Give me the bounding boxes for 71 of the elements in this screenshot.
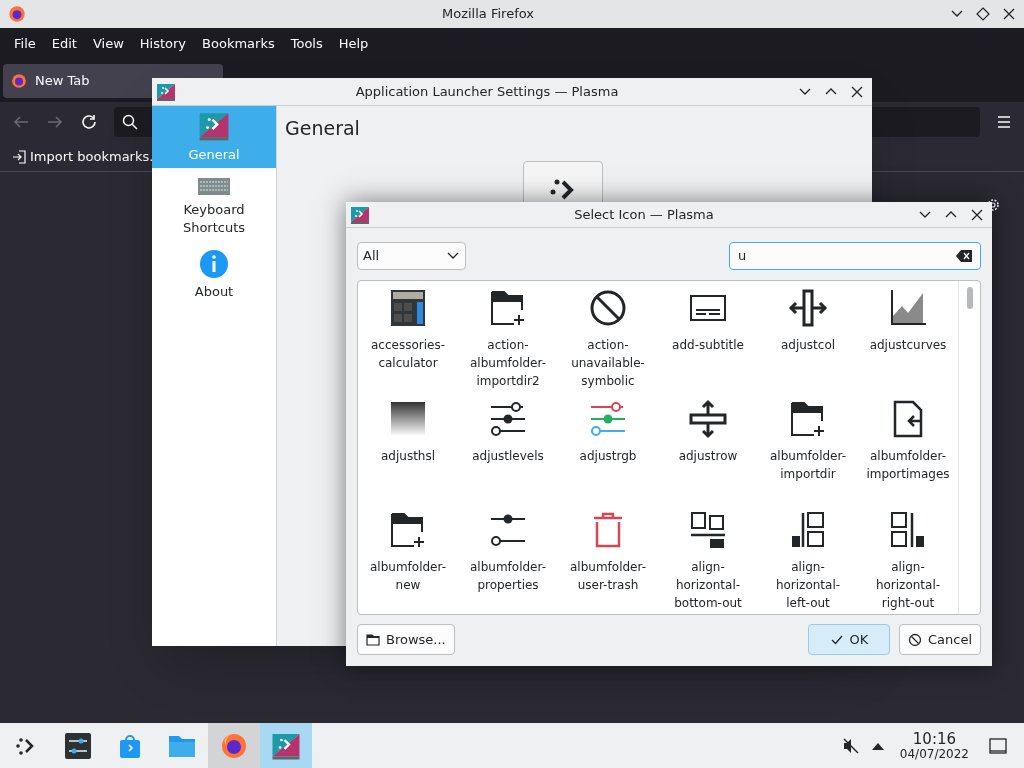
taskbar-item[interactable] bbox=[208, 723, 260, 768]
sliders-icon bbox=[488, 399, 528, 439]
folder-icon bbox=[366, 632, 380, 647]
icon-label[interactable]: align-horizontal-bottom-out bbox=[664, 558, 752, 612]
ok-button[interactable]: OK bbox=[807, 624, 890, 655]
icon-label[interactable]: albumfolder-new bbox=[364, 558, 452, 594]
icon-label[interactable]: albumfolder-properties bbox=[464, 558, 552, 594]
icon-label[interactable]: adjusthsl bbox=[364, 447, 452, 465]
sidebar-item[interactable]: About bbox=[152, 244, 276, 306]
arrows-cross-icon bbox=[688, 399, 728, 439]
menu-item[interactable]: Edit bbox=[45, 34, 83, 54]
icon-label[interactable]: adjustrow bbox=[664, 447, 752, 465]
expand-tray-icon[interactable] bbox=[871, 741, 884, 750]
maximize-icon[interactable] bbox=[976, 7, 990, 21]
arrows-cross-icon bbox=[788, 288, 828, 328]
close-icon[interactable] bbox=[850, 84, 864, 99]
icon-label[interactable]: adjustcurves bbox=[864, 336, 952, 354]
icon-label[interactable]: albumfolder-importdir bbox=[764, 447, 852, 483]
window-title: Application Launcher Settings — Plasma bbox=[354, 82, 620, 101]
keyboard-icon bbox=[197, 175, 231, 197]
icon-label[interactable]: accessories-calculator bbox=[364, 336, 452, 372]
icon-label[interactable]: add-subtitle bbox=[664, 336, 752, 354]
filter-dropdown[interactable]: All bbox=[357, 242, 466, 270]
menu-item[interactable]: Tools bbox=[284, 34, 329, 54]
clock-time[interactable]: 10:16 bbox=[912, 731, 957, 747]
cancel-button[interactable]: Cancel bbox=[898, 624, 981, 655]
icon-label[interactable]: albumfolder-user-trash bbox=[564, 558, 652, 594]
show-desktop-icon[interactable] bbox=[989, 737, 1007, 754]
page-heading: General bbox=[285, 117, 360, 139]
sliders-icon bbox=[588, 399, 628, 439]
close-icon[interactable] bbox=[970, 207, 984, 222]
calculator-icon bbox=[388, 288, 428, 328]
cancel-icon bbox=[907, 632, 922, 647]
menu-item[interactable]: Help bbox=[332, 34, 375, 54]
icon-label[interactable]: align-horizontal-left-out bbox=[764, 558, 852, 612]
menu-item[interactable]: File bbox=[8, 34, 42, 54]
icon-label[interactable]: action-unavailable-symbolic bbox=[564, 336, 652, 390]
icon-label[interactable]: align-horizontal-right-out bbox=[864, 558, 952, 612]
launcher-settings-icon bbox=[156, 81, 176, 102]
menu-item[interactable]: History bbox=[133, 34, 193, 54]
icon-label[interactable]: adjustlevels bbox=[464, 447, 552, 465]
settings-icon[interactable] bbox=[64, 731, 92, 760]
window-title: Mozilla Firefox bbox=[441, 5, 535, 24]
icon-label[interactable]: adjustcol bbox=[764, 336, 852, 354]
menu-item[interactable]: View bbox=[86, 34, 130, 54]
menu-item[interactable]: Bookmarks bbox=[196, 34, 281, 54]
icon-label[interactable]: adjustrgb bbox=[564, 447, 652, 465]
clock-date[interactable]: 04/07/2022 bbox=[899, 747, 969, 760]
menu-icon[interactable] bbox=[996, 114, 1012, 130]
close-icon[interactable] bbox=[1002, 7, 1016, 21]
sidebar-item[interactable]: Keyboard Shortcuts bbox=[152, 168, 276, 244]
muted-speaker-icon[interactable] bbox=[841, 736, 860, 755]
icon-label[interactable]: albumfolder-importimages bbox=[864, 447, 952, 483]
window-title: Select Icon — Plasma bbox=[573, 205, 715, 224]
firefox-icon bbox=[11, 73, 27, 89]
browse-button[interactable]: Browse... bbox=[357, 624, 455, 655]
prohibited-icon bbox=[588, 288, 628, 328]
bookmark-item[interactable]: Import bookmarks. bbox=[12, 146, 154, 167]
import-icon bbox=[12, 149, 26, 164]
area-chart-icon bbox=[888, 288, 928, 328]
icon-label[interactable]: action-albumfolder-importdir2 bbox=[464, 336, 552, 390]
firefox-icon bbox=[8, 5, 26, 23]
firefox-icon[interactable] bbox=[220, 731, 248, 760]
info-icon bbox=[199, 249, 229, 279]
clear-icon[interactable] bbox=[956, 250, 972, 262]
align-icon bbox=[688, 510, 728, 550]
search-field[interactable]: u bbox=[729, 242, 981, 270]
launcher-settings-icon bbox=[350, 204, 370, 225]
launcher-settings-icon bbox=[197, 110, 231, 142]
reload-icon[interactable] bbox=[80, 113, 98, 131]
search-icon bbox=[122, 114, 138, 130]
